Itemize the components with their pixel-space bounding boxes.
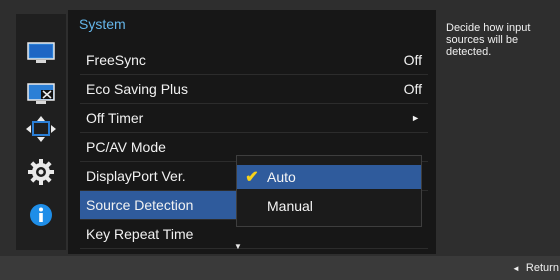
monitor-settings-icon xyxy=(27,83,55,104)
submenu-option-manual[interactable]: Manual xyxy=(237,194,421,218)
monitor-icon xyxy=(27,42,55,63)
menu-item-label: FreeSync xyxy=(86,52,146,68)
menu-item-label: Source Detection xyxy=(86,197,194,213)
submenu-option-label: Manual xyxy=(267,198,313,214)
sidebar-item-system[interactable] xyxy=(16,157,66,187)
submenu-option-label: Auto xyxy=(267,169,296,185)
sidebar-item-position[interactable] xyxy=(16,114,66,144)
menu-item-freesync[interactable]: FreeSync Off xyxy=(80,46,428,75)
menu-item-off-timer[interactable]: Off Timer ► xyxy=(80,104,428,133)
checkmark-icon: ✔ xyxy=(245,169,259,186)
menu-item-label: Key Repeat Time xyxy=(86,226,194,242)
menu-item-value: Off xyxy=(403,52,422,68)
menu-item-eco-saving-plus[interactable]: Eco Saving Plus Off xyxy=(80,75,428,104)
sidebar-item-onscreen-display[interactable] xyxy=(16,79,66,109)
menu-item-source-detection[interactable]: Source Detection xyxy=(80,191,240,220)
info-icon xyxy=(30,204,52,226)
gear-icon xyxy=(28,159,54,185)
panel-title: System xyxy=(79,16,126,32)
left-arrow-icon: ◄ xyxy=(512,264,520,273)
menu-item-label: Eco Saving Plus xyxy=(86,81,188,97)
scroll-down-icon[interactable]: ▼ xyxy=(234,242,242,251)
return-button[interactable]: ◄ Return xyxy=(512,262,559,274)
menu-item-label: Off Timer xyxy=(86,110,144,126)
sidebar xyxy=(16,14,66,250)
chevron-right-icon: ► xyxy=(411,113,420,123)
resize-arrows-icon xyxy=(26,116,56,142)
menu-item-label: DisplayPort Ver. xyxy=(86,168,186,184)
menu-item-label: PC/AV Mode xyxy=(86,139,166,155)
return-label: Return xyxy=(525,262,559,274)
osd-frame: System FreeSync Off Eco Saving Plus Off … xyxy=(0,0,560,280)
menu-item-value: Off xyxy=(403,81,422,97)
source-detection-submenu: ✔ Auto Manual xyxy=(236,155,422,227)
sidebar-item-information[interactable] xyxy=(16,200,66,230)
help-description: Decide how input sources will be detecte… xyxy=(446,22,531,58)
submenu-option-auto[interactable]: ✔ Auto xyxy=(237,165,421,189)
footer-bar: ◄ Return xyxy=(0,256,560,280)
sidebar-item-picture[interactable] xyxy=(16,38,66,68)
